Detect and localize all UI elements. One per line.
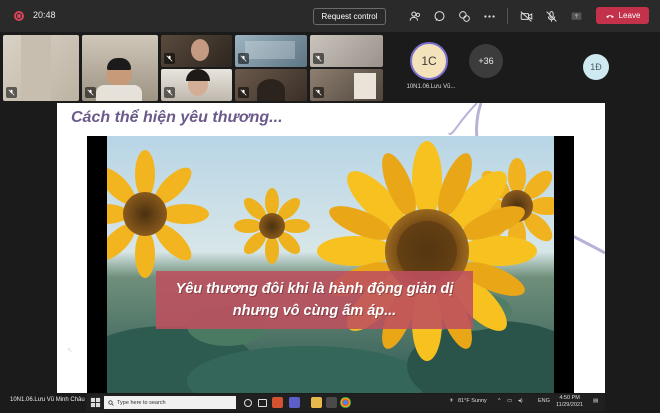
reactions-icon[interactable] (456, 8, 472, 24)
meeting-duration: 20:48 (33, 10, 56, 20)
shared-presentation-slide: Cách thể hiện yêu thương... Yêu thương đ… (57, 103, 605, 393)
slide-caption: Yêu thương đôi khi là hành động giản dị … (156, 271, 473, 329)
sunflower-image (107, 136, 554, 393)
share-screen-icon[interactable] (568, 8, 584, 24)
clock-time: 4:50 PM (559, 395, 580, 401)
more-options-icon[interactable] (481, 8, 497, 24)
request-control-button[interactable]: Request control (313, 8, 386, 25)
network-icon: ▭ (507, 398, 513, 404)
leave-button-label: Leave (618, 11, 641, 20)
store-icon (326, 397, 337, 408)
muted-mic-icon (238, 53, 249, 64)
participant-video-tile[interactable] (310, 35, 383, 67)
muted-mic-icon (6, 87, 17, 98)
tray-chevron-icon: ^ (498, 398, 501, 404)
participant-video-tile[interactable] (82, 35, 158, 101)
participant-strip (0, 32, 660, 102)
participant-name-label: 10N1.06.Lưu Vũ... (406, 84, 456, 90)
camera-off-icon[interactable] (518, 8, 534, 24)
meeting-controls-bar: 20:48 Request control Leave (0, 0, 660, 32)
phone-hangup-icon (605, 14, 614, 18)
slide-title: Cách thể hiện yêu thương... (71, 109, 283, 126)
teams-meeting-window: 20:48 Request control Leave 1C 10N1.06.L… (0, 0, 660, 413)
muted-mic-icon (164, 87, 175, 98)
participant-avatar[interactable]: 1C (410, 42, 448, 80)
participant-video-tile[interactable] (310, 69, 383, 101)
file-explorer-icon (311, 397, 322, 408)
caption-line-1: Yêu thương đôi khi là hành động giản dị (175, 281, 454, 297)
cortana-icon (244, 398, 252, 407)
taskbar-search-placeholder: Type here to search (117, 399, 166, 406)
volume-icon: ◂) (518, 398, 523, 404)
muted-mic-icon (313, 87, 324, 98)
input-language: ENG (538, 398, 550, 404)
notifications-icon: ▤ (593, 398, 599, 404)
participant-video-tile[interactable] (161, 69, 232, 101)
powerpoint-icon (272, 397, 283, 408)
teams-icon (289, 397, 300, 408)
weather-sun-icon: ☀ (449, 398, 454, 404)
taskbar-clock: 4:50 PM 11/29/2021 (556, 395, 583, 409)
microphone-off-icon[interactable] (543, 8, 559, 24)
muted-mic-icon (164, 53, 175, 64)
recording-indicator-icon (14, 11, 24, 21)
participant-video-tile[interactable] (235, 35, 307, 67)
search-icon (108, 399, 114, 406)
clock-date: 11/29/2021 (556, 402, 584, 408)
participant-avatar[interactable]: 1Đ (583, 54, 609, 80)
muted-mic-icon (238, 87, 249, 98)
muted-mic-icon (313, 53, 324, 64)
people-icon[interactable] (407, 8, 423, 24)
mouse-cursor-icon: ↖ (67, 346, 74, 355)
participant-video-tile[interactable] (235, 69, 307, 101)
muted-mic-icon (85, 87, 96, 98)
participant-video-tile[interactable] (161, 35, 232, 67)
participant-video-tile[interactable] (3, 35, 79, 101)
leave-button[interactable]: Leave (596, 7, 649, 24)
task-view-icon (258, 398, 267, 407)
toolbar-divider (507, 8, 508, 24)
presenter-name-label: 10N1.06.Lưu Vũ Minh Châu (10, 397, 85, 403)
windows-start-icon (90, 397, 101, 408)
chat-icon[interactable] (431, 8, 447, 24)
taskbar-search-box: Type here to search (104, 396, 236, 409)
slide-video: Yêu thương đôi khi là hành động giản dị … (87, 136, 574, 393)
more-participants-button[interactable]: +36 (469, 44, 503, 78)
caption-line-2: nhưng vô cùng ấm áp... (232, 303, 397, 319)
shared-screen-taskbar: Type here to search ☀ 81°F Sunny ^ ▭ ◂) … (86, 394, 605, 411)
weather-text: 81°F Sunny (458, 398, 487, 404)
chrome-icon (340, 397, 351, 408)
